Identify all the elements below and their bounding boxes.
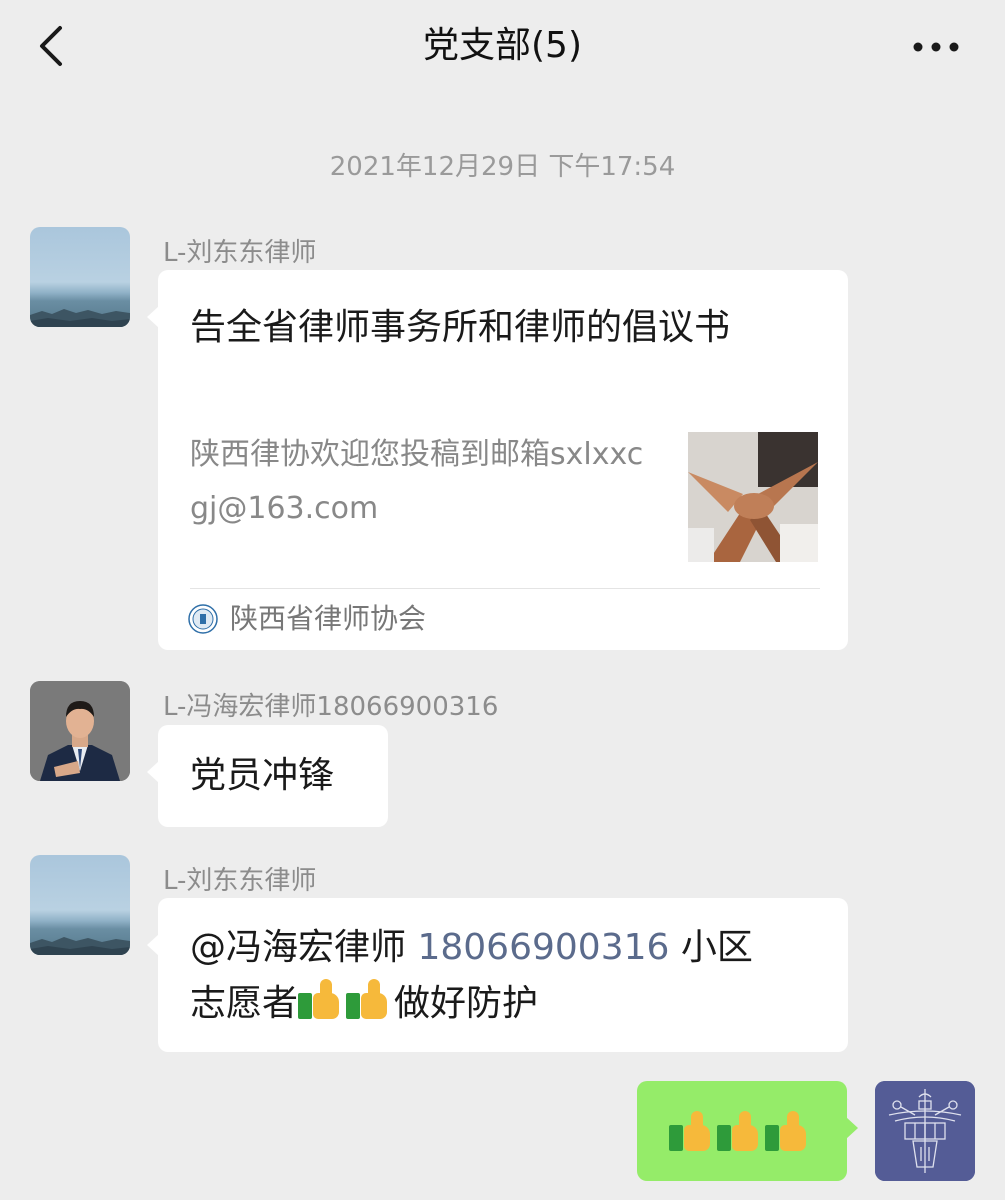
more-button[interactable] bbox=[909, 30, 963, 64]
ellipsis-icon bbox=[913, 42, 959, 52]
avatar[interactable] bbox=[30, 855, 130, 955]
message-line-2: 志愿者 做好防护 bbox=[190, 976, 538, 1032]
message-bubble[interactable]: 党员冲锋 bbox=[147, 725, 388, 827]
emoji-row bbox=[669, 1111, 813, 1151]
association-logo-icon bbox=[188, 604, 218, 634]
sender-name: L-冯海宏律师18066900316 bbox=[163, 692, 499, 722]
person-photo bbox=[30, 681, 130, 781]
chat-header: 党支部(5) bbox=[0, 0, 1005, 96]
emblem-icon bbox=[875, 1081, 975, 1181]
self-avatar[interactable] bbox=[875, 1081, 975, 1181]
card-description: 陕西律协欢迎您投稿到邮箱sxlxxcgj@163.com bbox=[190, 437, 644, 526]
message-text-part: 志愿者 bbox=[190, 983, 299, 1024]
sea-rocks-image bbox=[30, 309, 130, 327]
card-title: 告全省律师事务所和律师的倡议书 bbox=[190, 307, 731, 348]
thumbs-up-icon bbox=[346, 979, 392, 1019]
message-text-part: 做好防护 bbox=[394, 983, 539, 1024]
avatar[interactable] bbox=[30, 227, 130, 327]
sender-name: L-刘东东律师 bbox=[163, 238, 317, 268]
sea-rocks-image bbox=[30, 937, 130, 955]
message-bubble[interactable]: @冯海宏律师 18066900316 小区 志愿者 做好防护 bbox=[147, 898, 848, 1052]
message-line-1: @冯海宏律师 18066900316 小区 bbox=[190, 920, 753, 976]
link-card-bubble[interactable]: 告全省律师事务所和律师的倡议书 陕西律协欢迎您投稿到邮箱sxlxxcgj@163… bbox=[147, 270, 848, 650]
mention-phone[interactable]: 18066900316 bbox=[417, 927, 669, 968]
chat-title: 党支部(5) bbox=[423, 25, 582, 66]
message-timestamp: 2021年12月29日 下午17:54 bbox=[329, 152, 676, 182]
sender-name: L-刘东东律师 bbox=[163, 866, 317, 896]
card-divider bbox=[190, 588, 820, 589]
thumbs-up-icon bbox=[298, 979, 344, 1019]
card-source-name: 陕西省律师协会 bbox=[230, 602, 427, 635]
thumbs-up-icon bbox=[765, 1111, 811, 1151]
message-text: 党员冲锋 bbox=[190, 755, 335, 796]
mention-text[interactable]: @冯海宏律师 bbox=[190, 927, 406, 968]
card-thumbnail bbox=[688, 432, 818, 562]
outgoing-message-bubble[interactable] bbox=[637, 1081, 858, 1181]
message-text-part: 小区 bbox=[680, 927, 753, 968]
avatar[interactable] bbox=[30, 681, 130, 781]
thumbs-up-icon bbox=[669, 1111, 715, 1151]
thumbs-up-icon bbox=[717, 1111, 763, 1151]
hands-together-image bbox=[688, 432, 818, 562]
